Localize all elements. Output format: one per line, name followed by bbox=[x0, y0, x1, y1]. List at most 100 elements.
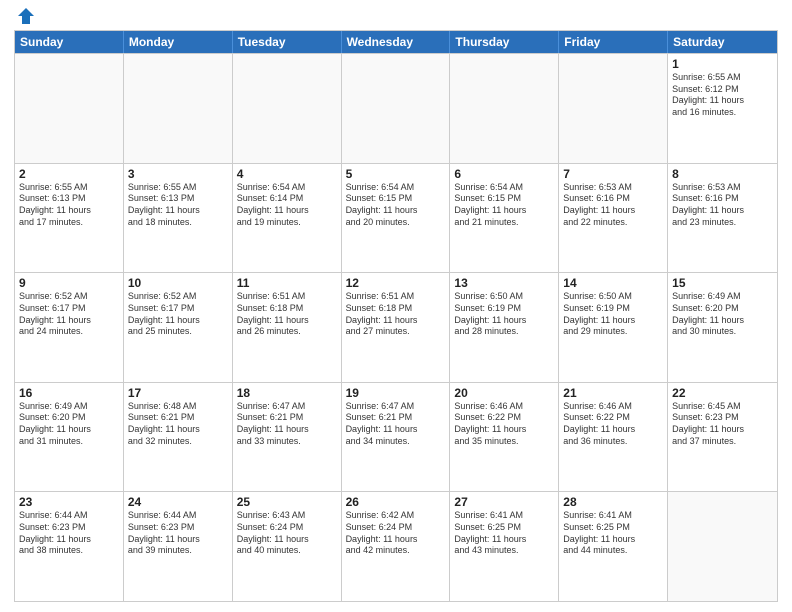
day-number: 14 bbox=[563, 276, 663, 290]
day-number: 23 bbox=[19, 495, 119, 509]
cell-details: Sunrise: 6:49 AM Sunset: 6:20 PM Dayligh… bbox=[672, 291, 773, 338]
day-number: 2 bbox=[19, 167, 119, 181]
header bbox=[14, 10, 778, 24]
calendar-cell-empty-0-0 bbox=[15, 54, 124, 163]
calendar-cell-12: 12Sunrise: 6:51 AM Sunset: 6:18 PM Dayli… bbox=[342, 273, 451, 382]
day-number: 3 bbox=[128, 167, 228, 181]
cell-details: Sunrise: 6:41 AM Sunset: 6:25 PM Dayligh… bbox=[454, 510, 554, 557]
calendar-cell-8: 8Sunrise: 6:53 AM Sunset: 6:16 PM Daylig… bbox=[668, 164, 777, 273]
calendar-cell-17: 17Sunrise: 6:48 AM Sunset: 6:21 PM Dayli… bbox=[124, 383, 233, 492]
calendar-cell-23: 23Sunrise: 6:44 AM Sunset: 6:23 PM Dayli… bbox=[15, 492, 124, 601]
logo bbox=[14, 10, 36, 24]
calendar-cell-26: 26Sunrise: 6:42 AM Sunset: 6:24 PM Dayli… bbox=[342, 492, 451, 601]
day-number: 27 bbox=[454, 495, 554, 509]
calendar-week-0: 1Sunrise: 6:55 AM Sunset: 6:12 PM Daylig… bbox=[15, 53, 777, 163]
day-number: 28 bbox=[563, 495, 663, 509]
calendar-cell-15: 15Sunrise: 6:49 AM Sunset: 6:20 PM Dayli… bbox=[668, 273, 777, 382]
calendar-cell-27: 27Sunrise: 6:41 AM Sunset: 6:25 PM Dayli… bbox=[450, 492, 559, 601]
day-number: 26 bbox=[346, 495, 446, 509]
cell-details: Sunrise: 6:49 AM Sunset: 6:20 PM Dayligh… bbox=[19, 401, 119, 448]
day-number: 8 bbox=[672, 167, 773, 181]
calendar-cell-18: 18Sunrise: 6:47 AM Sunset: 6:21 PM Dayli… bbox=[233, 383, 342, 492]
calendar-header-thursday: Thursday bbox=[450, 31, 559, 53]
calendar-cell-13: 13Sunrise: 6:50 AM Sunset: 6:19 PM Dayli… bbox=[450, 273, 559, 382]
calendar-week-3: 16Sunrise: 6:49 AM Sunset: 6:20 PM Dayli… bbox=[15, 382, 777, 492]
day-number: 12 bbox=[346, 276, 446, 290]
calendar-header-friday: Friday bbox=[559, 31, 668, 53]
day-number: 1 bbox=[672, 57, 773, 71]
calendar-cell-21: 21Sunrise: 6:46 AM Sunset: 6:22 PM Dayli… bbox=[559, 383, 668, 492]
calendar-cell-25: 25Sunrise: 6:43 AM Sunset: 6:24 PM Dayli… bbox=[233, 492, 342, 601]
cell-details: Sunrise: 6:43 AM Sunset: 6:24 PM Dayligh… bbox=[237, 510, 337, 557]
calendar-cell-28: 28Sunrise: 6:41 AM Sunset: 6:25 PM Dayli… bbox=[559, 492, 668, 601]
day-number: 25 bbox=[237, 495, 337, 509]
cell-details: Sunrise: 6:54 AM Sunset: 6:15 PM Dayligh… bbox=[346, 182, 446, 229]
cell-details: Sunrise: 6:47 AM Sunset: 6:21 PM Dayligh… bbox=[346, 401, 446, 448]
day-number: 16 bbox=[19, 386, 119, 400]
calendar-cell-6: 6Sunrise: 6:54 AM Sunset: 6:15 PM Daylig… bbox=[450, 164, 559, 273]
day-number: 9 bbox=[19, 276, 119, 290]
calendar-week-1: 2Sunrise: 6:55 AM Sunset: 6:13 PM Daylig… bbox=[15, 163, 777, 273]
day-number: 5 bbox=[346, 167, 446, 181]
day-number: 24 bbox=[128, 495, 228, 509]
cell-details: Sunrise: 6:52 AM Sunset: 6:17 PM Dayligh… bbox=[19, 291, 119, 338]
logo-icon bbox=[16, 6, 36, 26]
cell-details: Sunrise: 6:55 AM Sunset: 6:13 PM Dayligh… bbox=[128, 182, 228, 229]
cell-details: Sunrise: 6:55 AM Sunset: 6:13 PM Dayligh… bbox=[19, 182, 119, 229]
calendar-cell-11: 11Sunrise: 6:51 AM Sunset: 6:18 PM Dayli… bbox=[233, 273, 342, 382]
calendar-week-2: 9Sunrise: 6:52 AM Sunset: 6:17 PM Daylig… bbox=[15, 272, 777, 382]
calendar-header-row: SundayMondayTuesdayWednesdayThursdayFrid… bbox=[15, 31, 777, 53]
calendar-cell-empty-0-2 bbox=[233, 54, 342, 163]
cell-details: Sunrise: 6:44 AM Sunset: 6:23 PM Dayligh… bbox=[128, 510, 228, 557]
cell-details: Sunrise: 6:42 AM Sunset: 6:24 PM Dayligh… bbox=[346, 510, 446, 557]
calendar-week-4: 23Sunrise: 6:44 AM Sunset: 6:23 PM Dayli… bbox=[15, 491, 777, 601]
calendar-header-sunday: Sunday bbox=[15, 31, 124, 53]
cell-details: Sunrise: 6:53 AM Sunset: 6:16 PM Dayligh… bbox=[563, 182, 663, 229]
calendar-header-monday: Monday bbox=[124, 31, 233, 53]
day-number: 22 bbox=[672, 386, 773, 400]
calendar-cell-1: 1Sunrise: 6:55 AM Sunset: 6:12 PM Daylig… bbox=[668, 54, 777, 163]
cell-details: Sunrise: 6:45 AM Sunset: 6:23 PM Dayligh… bbox=[672, 401, 773, 448]
calendar-cell-16: 16Sunrise: 6:49 AM Sunset: 6:20 PM Dayli… bbox=[15, 383, 124, 492]
calendar-cell-empty-4-6 bbox=[668, 492, 777, 601]
day-number: 21 bbox=[563, 386, 663, 400]
cell-details: Sunrise: 6:46 AM Sunset: 6:22 PM Dayligh… bbox=[563, 401, 663, 448]
calendar-cell-9: 9Sunrise: 6:52 AM Sunset: 6:17 PM Daylig… bbox=[15, 273, 124, 382]
cell-details: Sunrise: 6:44 AM Sunset: 6:23 PM Dayligh… bbox=[19, 510, 119, 557]
page: SundayMondayTuesdayWednesdayThursdayFrid… bbox=[0, 0, 792, 612]
day-number: 7 bbox=[563, 167, 663, 181]
calendar-cell-10: 10Sunrise: 6:52 AM Sunset: 6:17 PM Dayli… bbox=[124, 273, 233, 382]
calendar-cell-14: 14Sunrise: 6:50 AM Sunset: 6:19 PM Dayli… bbox=[559, 273, 668, 382]
calendar-cell-7: 7Sunrise: 6:53 AM Sunset: 6:16 PM Daylig… bbox=[559, 164, 668, 273]
calendar-cell-5: 5Sunrise: 6:54 AM Sunset: 6:15 PM Daylig… bbox=[342, 164, 451, 273]
calendar-cell-empty-0-5 bbox=[559, 54, 668, 163]
cell-details: Sunrise: 6:46 AM Sunset: 6:22 PM Dayligh… bbox=[454, 401, 554, 448]
day-number: 18 bbox=[237, 386, 337, 400]
cell-details: Sunrise: 6:51 AM Sunset: 6:18 PM Dayligh… bbox=[237, 291, 337, 338]
day-number: 13 bbox=[454, 276, 554, 290]
calendar-cell-empty-0-1 bbox=[124, 54, 233, 163]
cell-details: Sunrise: 6:47 AM Sunset: 6:21 PM Dayligh… bbox=[237, 401, 337, 448]
day-number: 6 bbox=[454, 167, 554, 181]
calendar-cell-empty-0-4 bbox=[450, 54, 559, 163]
calendar-cell-24: 24Sunrise: 6:44 AM Sunset: 6:23 PM Dayli… bbox=[124, 492, 233, 601]
calendar-cell-22: 22Sunrise: 6:45 AM Sunset: 6:23 PM Dayli… bbox=[668, 383, 777, 492]
day-number: 4 bbox=[237, 167, 337, 181]
cell-details: Sunrise: 6:50 AM Sunset: 6:19 PM Dayligh… bbox=[563, 291, 663, 338]
calendar-cell-20: 20Sunrise: 6:46 AM Sunset: 6:22 PM Dayli… bbox=[450, 383, 559, 492]
calendar-cell-3: 3Sunrise: 6:55 AM Sunset: 6:13 PM Daylig… bbox=[124, 164, 233, 273]
cell-details: Sunrise: 6:54 AM Sunset: 6:15 PM Dayligh… bbox=[454, 182, 554, 229]
calendar-cell-empty-0-3 bbox=[342, 54, 451, 163]
day-number: 10 bbox=[128, 276, 228, 290]
calendar-header-saturday: Saturday bbox=[668, 31, 777, 53]
cell-details: Sunrise: 6:53 AM Sunset: 6:16 PM Dayligh… bbox=[672, 182, 773, 229]
day-number: 20 bbox=[454, 386, 554, 400]
calendar-cell-2: 2Sunrise: 6:55 AM Sunset: 6:13 PM Daylig… bbox=[15, 164, 124, 273]
cell-details: Sunrise: 6:54 AM Sunset: 6:14 PM Dayligh… bbox=[237, 182, 337, 229]
cell-details: Sunrise: 6:52 AM Sunset: 6:17 PM Dayligh… bbox=[128, 291, 228, 338]
cell-details: Sunrise: 6:55 AM Sunset: 6:12 PM Dayligh… bbox=[672, 72, 773, 119]
day-number: 19 bbox=[346, 386, 446, 400]
cell-details: Sunrise: 6:48 AM Sunset: 6:21 PM Dayligh… bbox=[128, 401, 228, 448]
cell-details: Sunrise: 6:51 AM Sunset: 6:18 PM Dayligh… bbox=[346, 291, 446, 338]
day-number: 11 bbox=[237, 276, 337, 290]
